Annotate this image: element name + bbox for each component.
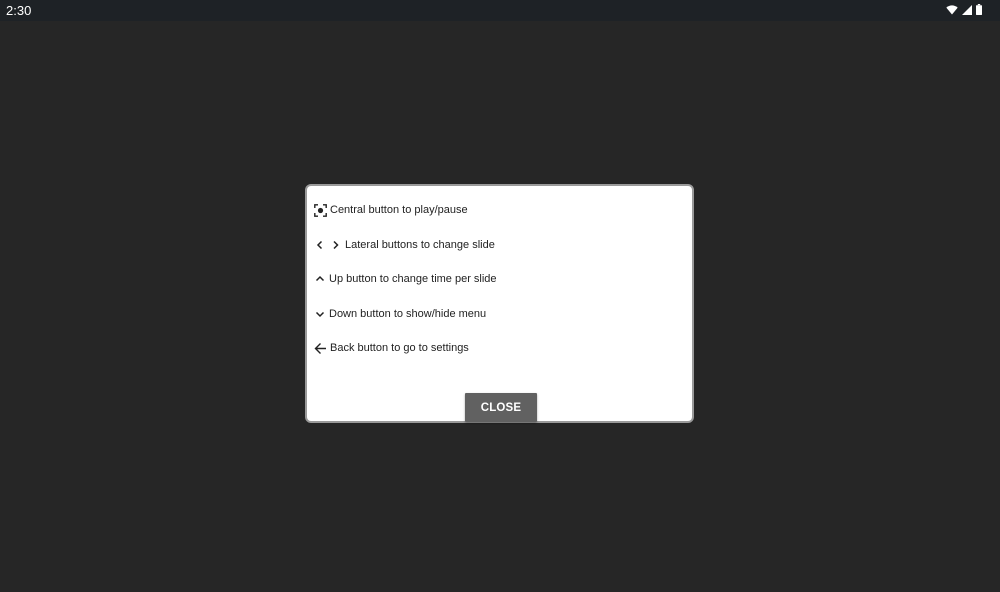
- battery-icon: [976, 4, 982, 15]
- close-button[interactable]: CLOSE: [465, 393, 537, 422]
- app-screen: 2:30 Central button to play/pause Latera…: [0, 0, 1000, 592]
- instruction-label: Down button to show/hide menu: [329, 307, 487, 320]
- instruction-label: Central button to play/pause: [330, 204, 468, 216]
- status-time: 2:30: [6, 3, 32, 18]
- focus-center-icon: [314, 203, 327, 217]
- instruction-central: Central button to play/pause: [314, 200, 497, 220]
- status-icons: [946, 4, 982, 15]
- instruction-label: Back button to go to settings: [330, 342, 469, 354]
- wifi-icon: [946, 4, 958, 15]
- chevron-left-right-icon: [314, 239, 342, 251]
- arrow-back-icon: [314, 342, 327, 355]
- status-bar: 2:30: [0, 0, 1000, 21]
- instruction-down: Down button to show/hide menu: [314, 304, 497, 324]
- instruction-up: Up button to change time per slide: [314, 269, 497, 289]
- chevron-up-icon: [314, 273, 326, 285]
- instruction-lateral: Lateral buttons to change slide: [314, 235, 497, 255]
- instruction-list: Central button to play/pause Lateral but…: [314, 200, 497, 373]
- chevron-down-icon: [314, 308, 326, 320]
- instruction-back: Back button to go to settings: [314, 338, 497, 358]
- instruction-label: Lateral buttons to change slide: [345, 238, 495, 251]
- cellular-signal-icon: [962, 4, 972, 15]
- controls-help-dialog: Central button to play/pause Lateral but…: [305, 184, 694, 423]
- instruction-label: Up button to change time per slide: [329, 273, 497, 285]
